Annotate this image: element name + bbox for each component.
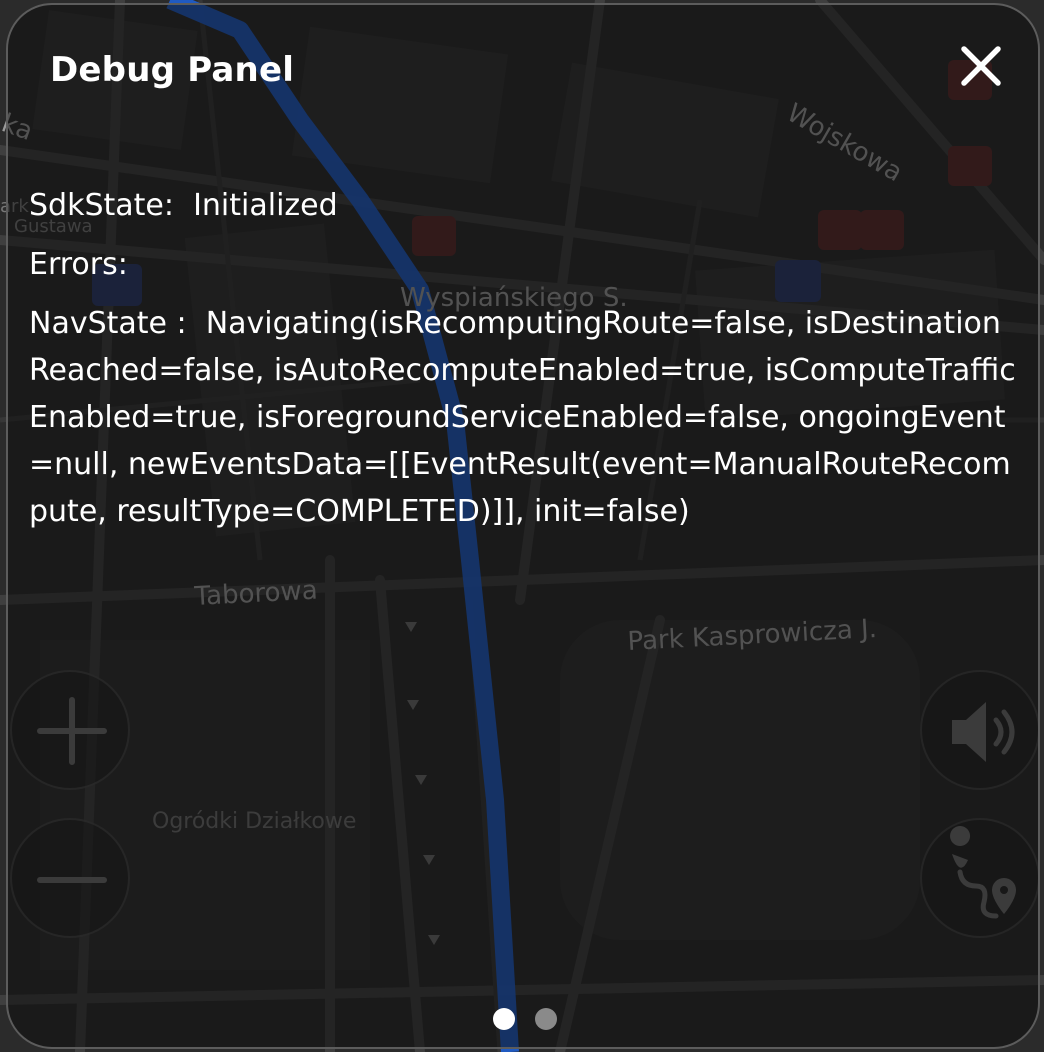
nav-state-row: NavState : Navigating(isRecomputingRoute… (29, 300, 1019, 535)
page-dot-active[interactable] (493, 1008, 515, 1030)
sdk-state-value: Initialized (193, 188, 338, 223)
page-indicator (493, 1008, 563, 1032)
sdk-state-label: SdkState: (29, 188, 174, 223)
errors-label: Errors: (29, 247, 128, 282)
panel-title: Debug Panel (50, 50, 295, 90)
close-icon (961, 46, 1001, 86)
nav-state-label: NavState : (29, 306, 187, 341)
sdk-state-row: SdkState: Initialized (29, 182, 1019, 229)
page-dot[interactable] (535, 1008, 557, 1030)
close-button[interactable] (955, 40, 1007, 92)
debug-info: SdkState: Initialized Errors: NavState :… (29, 182, 1019, 535)
errors-row: Errors: (29, 241, 1019, 288)
